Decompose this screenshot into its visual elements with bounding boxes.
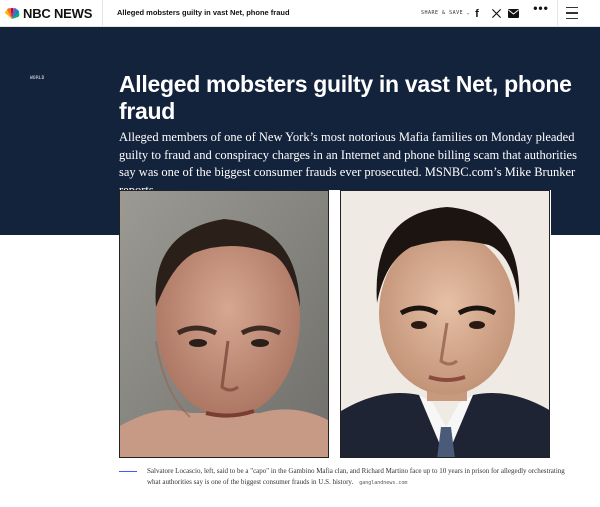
- mugshot-right-image: [340, 190, 550, 458]
- section-label[interactable]: WORLD: [30, 76, 45, 81]
- more-icon[interactable]: •••: [533, 1, 548, 15]
- nav-divider: [102, 0, 103, 27]
- envelope-glyph: [508, 9, 519, 18]
- share-and-save-label: SHARE & SAVE: [421, 10, 464, 16]
- article-photo: [119, 190, 551, 460]
- article-dek: Alleged members of one of New York’s mos…: [119, 130, 577, 197]
- nbc-news-logo[interactable]: NBC NEWS: [4, 5, 92, 22]
- article-headline: Alleged mobsters guilty in vast Net, pho…: [119, 71, 572, 124]
- x-logo-glyph: [491, 8, 501, 19]
- nav-article-title: Alleged mobsters guilty in vast Net, pho…: [117, 8, 290, 17]
- facebook-icon[interactable]: f: [472, 7, 482, 20]
- photo-credit: ganglandnews.com: [359, 479, 408, 486]
- top-nav: NBC NEWS Alleged mobsters guilty in vast…: [0, 0, 600, 27]
- menu-divider: [557, 0, 558, 27]
- x-twitter-icon[interactable]: [490, 7, 502, 20]
- menu-icon[interactable]: [565, 7, 579, 19]
- portrait-left-drawing: [120, 191, 328, 457]
- photo-caption: Salvatore Locascio, left, said to be a "…: [147, 466, 567, 488]
- portrait-right-drawing: [341, 191, 549, 457]
- logo-text: NBC NEWS: [23, 6, 93, 21]
- share-and-save-button[interactable]: SHARE & SAVE ⌄: [421, 10, 470, 16]
- share-chevron-icon: ⌄: [466, 10, 471, 16]
- peacock-logo-icon: [5, 7, 20, 19]
- caption-accent-rule: [119, 471, 137, 472]
- caption-text: Salvatore Locascio, left, said to be a "…: [147, 467, 565, 486]
- mugshot-left-image: [119, 190, 329, 458]
- email-icon[interactable]: [508, 9, 519, 18]
